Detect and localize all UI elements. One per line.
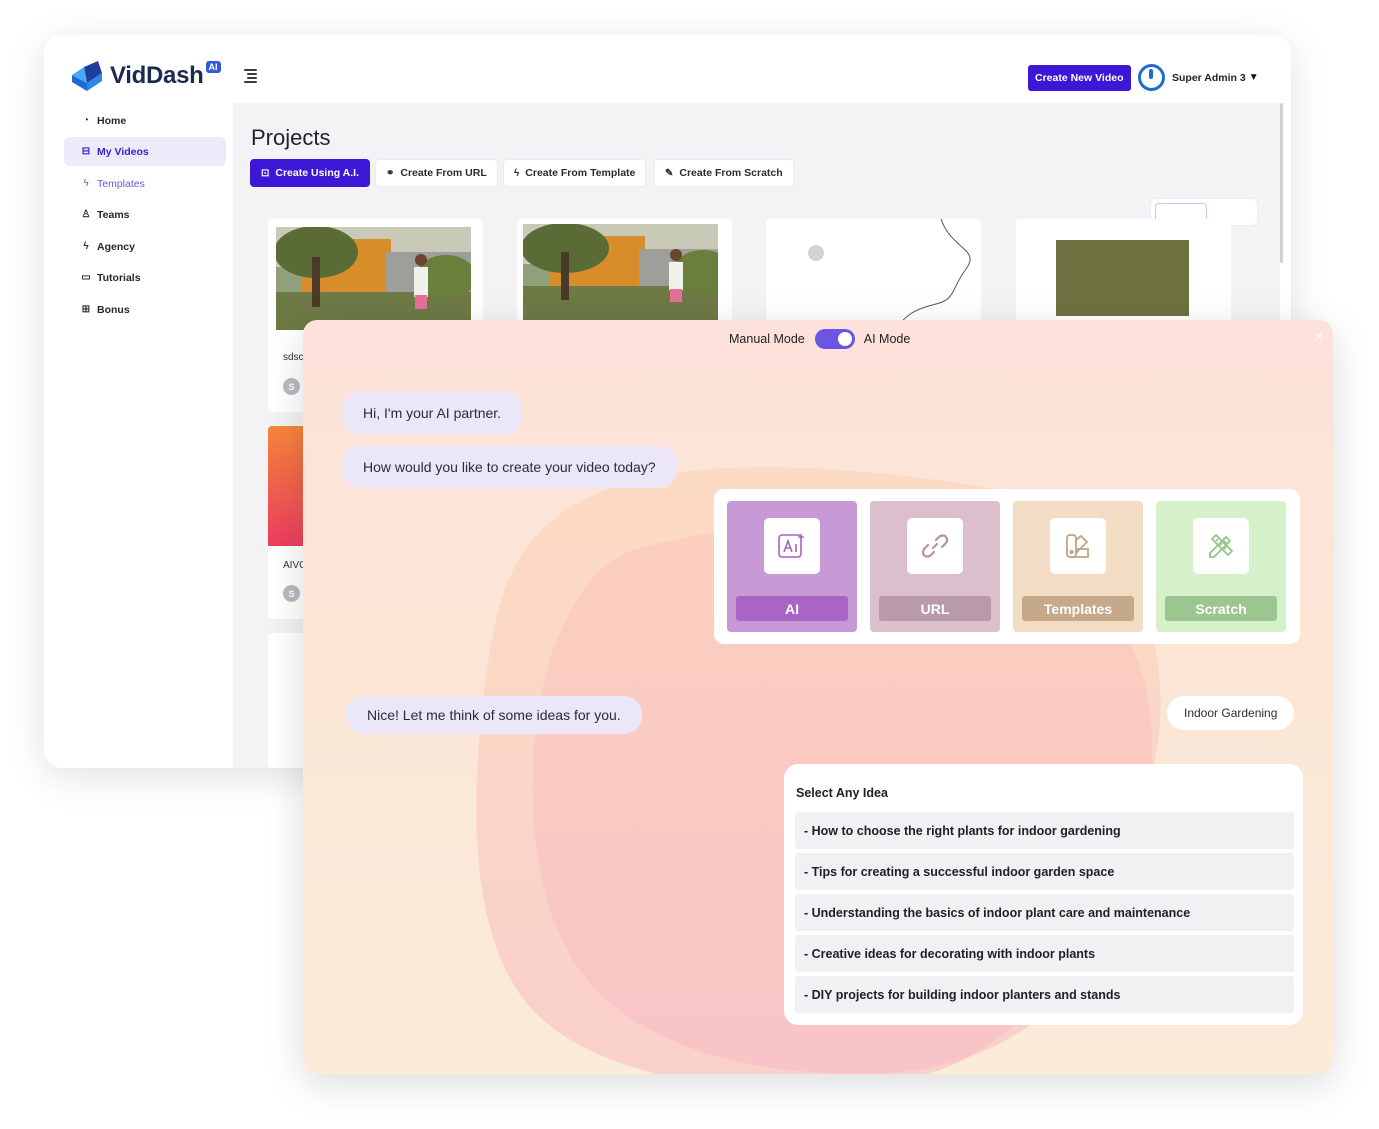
avatar: S bbox=[283, 585, 300, 602]
video-thumbnail bbox=[1016, 219, 1231, 329]
sidebar-item-label: My Videos bbox=[97, 145, 149, 158]
choice-url[interactable]: URL bbox=[870, 501, 1000, 632]
mode-switch[interactable] bbox=[814, 329, 855, 349]
pencil-ruler-icon bbox=[1193, 518, 1249, 574]
card-title: sdsc bbox=[283, 352, 304, 363]
sidebar-item-agency[interactable]: ϟ Agency bbox=[64, 232, 226, 261]
idea-option[interactable]: - Tips for creating a successful indoor … bbox=[795, 853, 1294, 890]
user-icon: ♙ bbox=[81, 208, 91, 220]
create-from-template-button[interactable]: ϟ Create From Template bbox=[503, 159, 647, 187]
sidebar-item-label: Tutorials bbox=[97, 271, 141, 284]
manual-mode-label: Manual Mode bbox=[729, 332, 805, 346]
gift-icon: ⊞ bbox=[81, 303, 91, 315]
ai-assistant-panel: × Manual Mode AI Mode Hi, I'm your AI pa… bbox=[303, 320, 1333, 1074]
sidebar-item-label: Bonus bbox=[97, 303, 130, 316]
sidebar-item-teams[interactable]: ♙ Teams bbox=[64, 200, 226, 229]
sidebar-item-label: Templates bbox=[97, 177, 145, 190]
caret-down-icon: ▼ bbox=[1248, 72, 1259, 83]
scrollbar[interactable] bbox=[1280, 103, 1283, 263]
sidebar-item-tutorials[interactable]: ▭ Tutorials bbox=[64, 263, 226, 292]
choice-ai[interactable]: AI bbox=[727, 501, 857, 632]
brand-badge: AI bbox=[205, 61, 221, 73]
video-thumbnail bbox=[276, 227, 471, 330]
user-message: Indoor Gardening bbox=[1167, 696, 1295, 730]
sidebar-item-home[interactable]: ◔ Home bbox=[64, 106, 226, 135]
video-thumbnail bbox=[766, 219, 981, 330]
bolt-icon: ϟ bbox=[514, 167, 520, 179]
page-title: Projects bbox=[251, 125, 331, 150]
user-menu[interactable]: Super Admin 3 ▼ bbox=[1138, 64, 1259, 91]
dashboard-icon: ◔ bbox=[82, 114, 90, 126]
app-header: VidDash AI Create New Video Super Admin … bbox=[44, 35, 1291, 103]
ai-icon: ⊡ bbox=[261, 167, 270, 179]
logo[interactable]: VidDash AI bbox=[70, 59, 221, 93]
ai-message: Hi, I'm your AI partner. bbox=[342, 392, 523, 434]
ai-mode-label: AI Mode bbox=[863, 332, 911, 346]
choice-label: Scratch bbox=[1165, 596, 1277, 621]
pencil-icon: ✎ bbox=[665, 167, 674, 179]
ideas-title: Select Any Idea bbox=[796, 786, 888, 800]
choice-label: URL bbox=[879, 596, 991, 621]
mode-toggle-row: Manual Mode AI Mode bbox=[729, 329, 910, 349]
sidebar: ◔ Home ⊟ My Videos ϟ Templates ♙ Teams ϟ… bbox=[44, 103, 233, 768]
create-new-video-button[interactable]: Create New Video bbox=[1028, 65, 1131, 91]
video-thumbnail bbox=[523, 224, 718, 327]
close-icon[interactable]: × bbox=[1315, 328, 1323, 344]
choice-scratch[interactable]: Scratch bbox=[1156, 501, 1286, 632]
idea-option[interactable]: - Creative ideas for decorating with ind… bbox=[795, 935, 1294, 972]
link-icon bbox=[907, 518, 963, 574]
ai-sparkle-icon bbox=[764, 518, 820, 574]
palette-icon bbox=[1050, 518, 1106, 574]
choice-templates[interactable]: Templates bbox=[1013, 501, 1143, 632]
sidebar-item-my-videos[interactable]: ⊟ My Videos bbox=[64, 137, 226, 166]
create-using-ai-button[interactable]: ⊡ Create Using A.I. bbox=[250, 159, 371, 187]
link-icon: ⚭ bbox=[386, 167, 395, 179]
ai-message: Nice! Let me think of some ideas for you… bbox=[346, 696, 642, 734]
bolt-icon: ϟ bbox=[83, 240, 89, 252]
viddash-logo-icon bbox=[70, 59, 104, 93]
sidebar-item-label: Teams bbox=[97, 208, 130, 221]
bolt-icon: ϟ bbox=[83, 177, 89, 189]
videos-icon: ⊟ bbox=[81, 145, 91, 157]
avatar: S bbox=[283, 378, 300, 395]
idea-option[interactable]: - DIY projects for building indoor plant… bbox=[795, 976, 1294, 1013]
choice-label: AI bbox=[736, 596, 848, 621]
brand-name: VidDash bbox=[110, 62, 204, 89]
video-camera-icon: ▭ bbox=[81, 271, 91, 283]
idea-option[interactable]: - Understanding the basics of indoor pla… bbox=[795, 894, 1294, 931]
sidebar-item-label: Home bbox=[97, 114, 127, 127]
choice-label: Templates bbox=[1022, 596, 1134, 621]
user-avatar-icon bbox=[1138, 64, 1165, 91]
sidebar-item-bonus[interactable]: ⊞ Bonus bbox=[64, 295, 226, 324]
create-from-url-button[interactable]: ⚭ Create From URL bbox=[375, 159, 498, 187]
ideas-list: Select Any Idea - How to choose the righ… bbox=[784, 764, 1303, 1025]
creation-method-picker: AI URL Templates Scratch bbox=[714, 489, 1300, 644]
sidebar-item-templates[interactable]: ϟ Templates bbox=[64, 169, 226, 198]
idea-option[interactable]: - How to choose the right plants for ind… bbox=[795, 812, 1294, 849]
menu-toggle-icon[interactable] bbox=[244, 69, 260, 83]
create-from-scratch-button[interactable]: ✎ Create From Scratch bbox=[654, 159, 794, 187]
ai-message: How would you like to create your video … bbox=[342, 446, 677, 488]
user-name: Super Admin 3 bbox=[1172, 71, 1246, 84]
sidebar-item-label: Agency bbox=[97, 240, 135, 253]
